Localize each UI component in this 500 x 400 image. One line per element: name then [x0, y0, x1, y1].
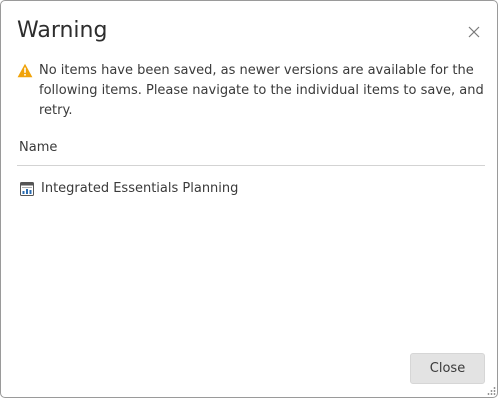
close-icon[interactable] [467, 25, 481, 39]
dialog-title: Warning [17, 18, 108, 43]
warning-dialog: Warning No items have been saved, as new… [0, 0, 498, 398]
resize-grip-icon[interactable] [486, 386, 496, 396]
list-item[interactable]: Integrated Essentials Planning [19, 179, 238, 199]
header-divider [17, 165, 485, 166]
column-header-name: Name [19, 140, 58, 155]
list-item-label: Integrated Essentials Planning [41, 181, 239, 196]
planning-report-icon [20, 182, 34, 196]
close-button[interactable]: Close [410, 353, 485, 384]
warning-triangle-icon [17, 63, 33, 78]
warning-message: No items have been saved, as newer versi… [39, 63, 484, 118]
